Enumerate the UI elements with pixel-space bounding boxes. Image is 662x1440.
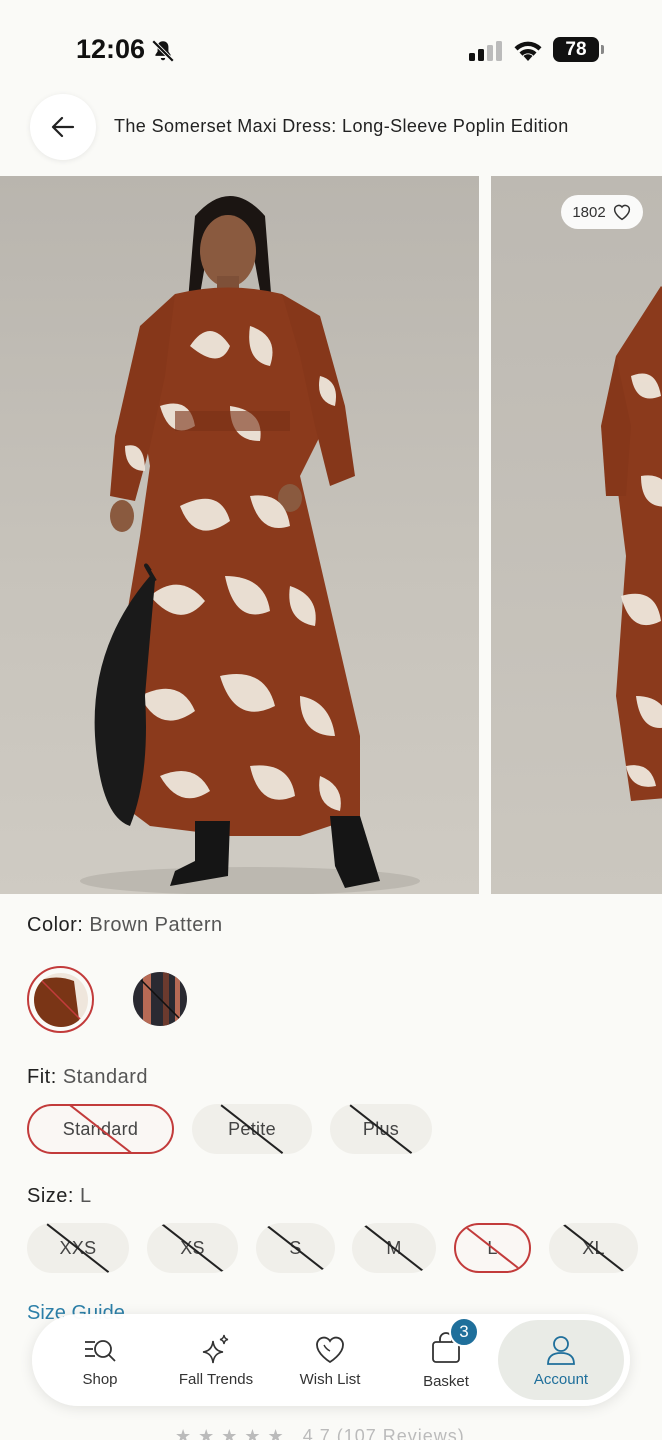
size-option-xs[interactable]: XS	[147, 1223, 238, 1273]
like-count: 1802	[572, 203, 606, 221]
unavailable-strike	[46, 1223, 110, 1273]
fit-option-standard[interactable]: Standard	[27, 1104, 174, 1154]
size-option-l[interactable]: L	[454, 1223, 531, 1273]
model-illustration	[80, 196, 420, 894]
like-count-button[interactable]: 1802	[561, 195, 643, 229]
search-list-icon	[85, 1339, 116, 1362]
fit-label-row: Fit: Standard	[27, 1066, 148, 1089]
color-label: Color:	[27, 914, 84, 936]
fit-value: Standard	[62, 1066, 149, 1088]
product-photo-main[interactable]	[0, 176, 479, 894]
color-swatch-brown-pattern[interactable]	[34, 973, 88, 1027]
basket-icon-wrap: 3	[429, 1316, 479, 1369]
nav-account[interactable]: Account	[498, 1320, 624, 1400]
size-label: Size:	[27, 1185, 74, 1207]
size-option-s[interactable]: S	[256, 1223, 335, 1273]
unavailable-strike	[349, 1104, 413, 1154]
header: The Somerset Maxi Dress: Long-Sleeve Pop…	[0, 92, 662, 176]
status-bar: 12:06 78	[0, 0, 662, 100]
nav-label: Basket	[423, 1372, 469, 1390]
nav-label: Account	[533, 1370, 589, 1388]
nav-fall-trends[interactable]: Fall Trends	[170, 1314, 262, 1406]
reviews-summary[interactable]: ★ ★ ★ ★ ★ 4.7 (107 Reviews)	[175, 1426, 465, 1440]
battery-level: 78	[565, 39, 587, 60]
size-value: L	[80, 1185, 92, 1207]
color-label-row: Color: Brown Pattern	[27, 914, 223, 937]
size-option-m[interactable]: M	[352, 1223, 436, 1273]
swatch-brown-pattern-fill	[34, 973, 88, 1027]
unavailable-strike	[264, 1223, 327, 1273]
unavailable-strike	[464, 1225, 521, 1271]
nav-wish-list[interactable]: Wish List	[290, 1314, 370, 1406]
swatch-dark-pattern-fill	[133, 972, 187, 1026]
fit-option-plus[interactable]: Plus	[330, 1104, 432, 1154]
bottom-nav: Shop Fall Trends Wish List 3 Basket Acco	[32, 1314, 630, 1406]
fit-label: Fit:	[27, 1066, 57, 1088]
cellular-signal-icon	[469, 41, 502, 61]
arrow-left-icon	[51, 116, 75, 138]
nav-label: Fall Trends	[178, 1370, 254, 1388]
heart-outline-icon	[613, 204, 630, 221]
unavailable-strike	[562, 1223, 625, 1273]
product-photo-next[interactable]	[491, 176, 662, 894]
heart-icon	[316, 1336, 344, 1363]
unavailable-strike	[362, 1223, 426, 1273]
status-time: 12:06	[76, 34, 146, 64]
unavailable-strike	[161, 1223, 224, 1273]
size-option-xxs[interactable]: XXS	[27, 1223, 129, 1273]
person-icon	[547, 1335, 575, 1365]
page-title: The Somerset Maxi Dress: Long-Sleeve Pop…	[114, 116, 569, 136]
wifi-icon	[514, 41, 542, 61]
battery-icon: 78	[553, 37, 604, 62]
color-value: Brown Pattern	[89, 914, 223, 936]
sparkles-icon	[202, 1334, 229, 1363]
product-image-carousel[interactable]: 1802	[0, 176, 662, 894]
nav-basket[interactable]: 3 Basket	[406, 1314, 486, 1406]
nav-label: Shop	[82, 1370, 118, 1388]
size-label-row: Size: L	[27, 1185, 92, 1208]
basket-count-badge: 3	[449, 1316, 479, 1347]
model-illustration-next	[601, 286, 662, 801]
back-button[interactable]	[30, 94, 96, 160]
fit-option-petite[interactable]: Petite	[192, 1104, 312, 1154]
size-option-xl[interactable]: XL	[549, 1223, 638, 1273]
nav-shop[interactable]: Shop	[60, 1314, 140, 1406]
color-swatch-dark-pattern[interactable]	[133, 972, 187, 1026]
bell-slash-icon	[151, 39, 175, 63]
nav-label: Wish List	[299, 1370, 361, 1388]
star-rating-icon: ★ ★ ★ ★ ★	[175, 1426, 297, 1440]
reviews-text: 4.7 (107 Reviews)	[302, 1426, 465, 1440]
